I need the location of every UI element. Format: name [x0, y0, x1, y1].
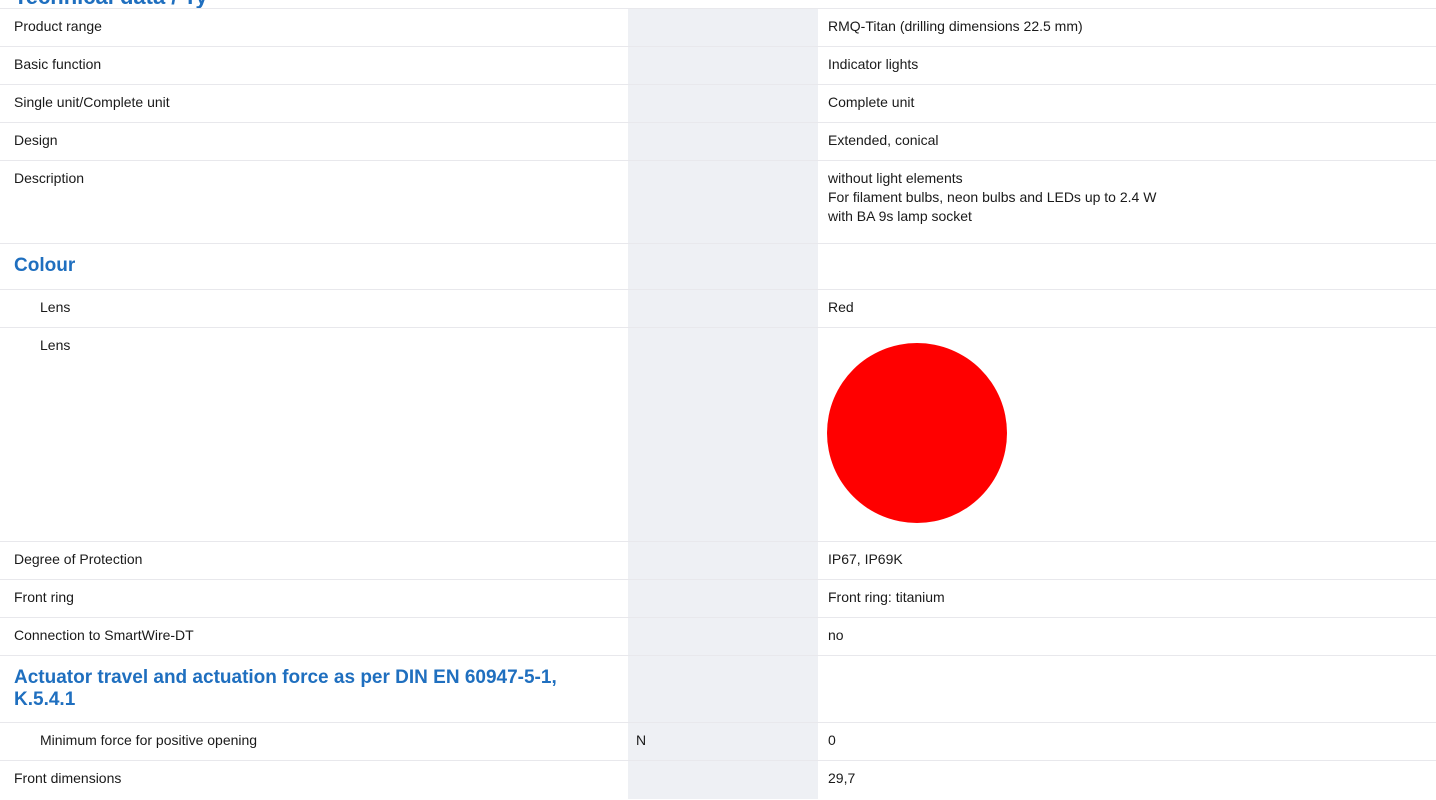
- table-row: Design Extended, conical: [0, 122, 1436, 161]
- section-heading-line: K.5.4.1: [14, 689, 76, 710]
- table-row: Single unit/Complete unit Complete unit: [0, 84, 1436, 123]
- table-row: Lens: [0, 327, 1436, 542]
- row-value: Red: [818, 289, 1436, 328]
- row-unit: [628, 760, 818, 799]
- row-label: Front dimensions: [0, 760, 628, 799]
- table-row: Lens Red: [0, 289, 1436, 328]
- row-unit: [628, 655, 818, 723]
- row-value: IP67, IP69K: [818, 541, 1436, 580]
- row-label: Single unit/Complete unit: [0, 84, 628, 123]
- row-label: Connection to SmartWire-DT: [0, 617, 628, 656]
- row-value: Complete unit: [818, 84, 1436, 123]
- row-value: 0: [818, 722, 1436, 761]
- row-unit: [628, 289, 818, 328]
- table-row: Product range RMQ-Titan (drilling dimens…: [0, 8, 1436, 47]
- table-row: Description without light elements For f…: [0, 160, 1436, 244]
- row-unit: [628, 541, 818, 580]
- row-label: Minimum force for positive opening: [0, 722, 628, 761]
- row-label: Description: [0, 160, 628, 244]
- row-unit: [628, 8, 818, 47]
- row-value: RMQ-Titan (drilling dimensions 22.5 mm): [818, 8, 1436, 47]
- row-value-multiline: without light elements For filament bulb…: [818, 160, 1436, 244]
- table-row: Minimum force for positive opening N 0: [0, 722, 1436, 761]
- row-value: [818, 655, 1436, 723]
- row-unit: [628, 160, 818, 244]
- row-value-swatch: [818, 327, 1436, 542]
- row-label: Basic function: [0, 46, 628, 85]
- section-header-row: Colour: [0, 243, 1436, 290]
- row-unit: N: [628, 722, 818, 761]
- spec-table: Product range RMQ-Titan (drilling dimens…: [0, 8, 1436, 799]
- description-line: without light elements: [828, 170, 963, 186]
- row-unit: [628, 243, 818, 290]
- section-heading: Actuator travel and actuation force as p…: [0, 655, 628, 723]
- row-value: Extended, conical: [818, 122, 1436, 161]
- row-value: 29,7: [818, 760, 1436, 799]
- row-value: [818, 243, 1436, 290]
- description-line: For filament bulbs, neon bulbs and LEDs …: [828, 189, 1157, 205]
- row-label: Design: [0, 122, 628, 161]
- row-value: Front ring: titanium: [818, 579, 1436, 618]
- section-header-row: Actuator travel and actuation force as p…: [0, 655, 1436, 723]
- lens-color-swatch: [827, 343, 1007, 523]
- table-row: Front dimensions 29,7: [0, 760, 1436, 799]
- description-line: with BA 9s lamp socket: [828, 208, 972, 224]
- row-label: Front ring: [0, 579, 628, 618]
- row-unit: [628, 84, 818, 123]
- table-row: Basic function Indicator lights: [0, 46, 1436, 85]
- row-label: Lens: [0, 327, 628, 542]
- row-unit: [628, 46, 818, 85]
- section-heading-line: Actuator travel and actuation force as p…: [14, 667, 557, 688]
- row-unit: [628, 617, 818, 656]
- table-row: Front ring Front ring: titanium: [0, 579, 1436, 618]
- row-value: Indicator lights: [818, 46, 1436, 85]
- row-value: no: [818, 617, 1436, 656]
- table-row: Connection to SmartWire-DT no: [0, 617, 1436, 656]
- row-unit: [628, 579, 818, 618]
- row-label: Product range: [0, 8, 628, 47]
- row-unit: [628, 327, 818, 542]
- section-heading: Colour: [0, 243, 628, 290]
- table-row: Degree of Protection IP67, IP69K: [0, 541, 1436, 580]
- row-label: Lens: [0, 289, 628, 328]
- row-unit: [628, 122, 818, 161]
- row-label: Degree of Protection: [0, 541, 628, 580]
- spec-page: Technical data / Ty Product range RMQ-Ti…: [0, 0, 1436, 800]
